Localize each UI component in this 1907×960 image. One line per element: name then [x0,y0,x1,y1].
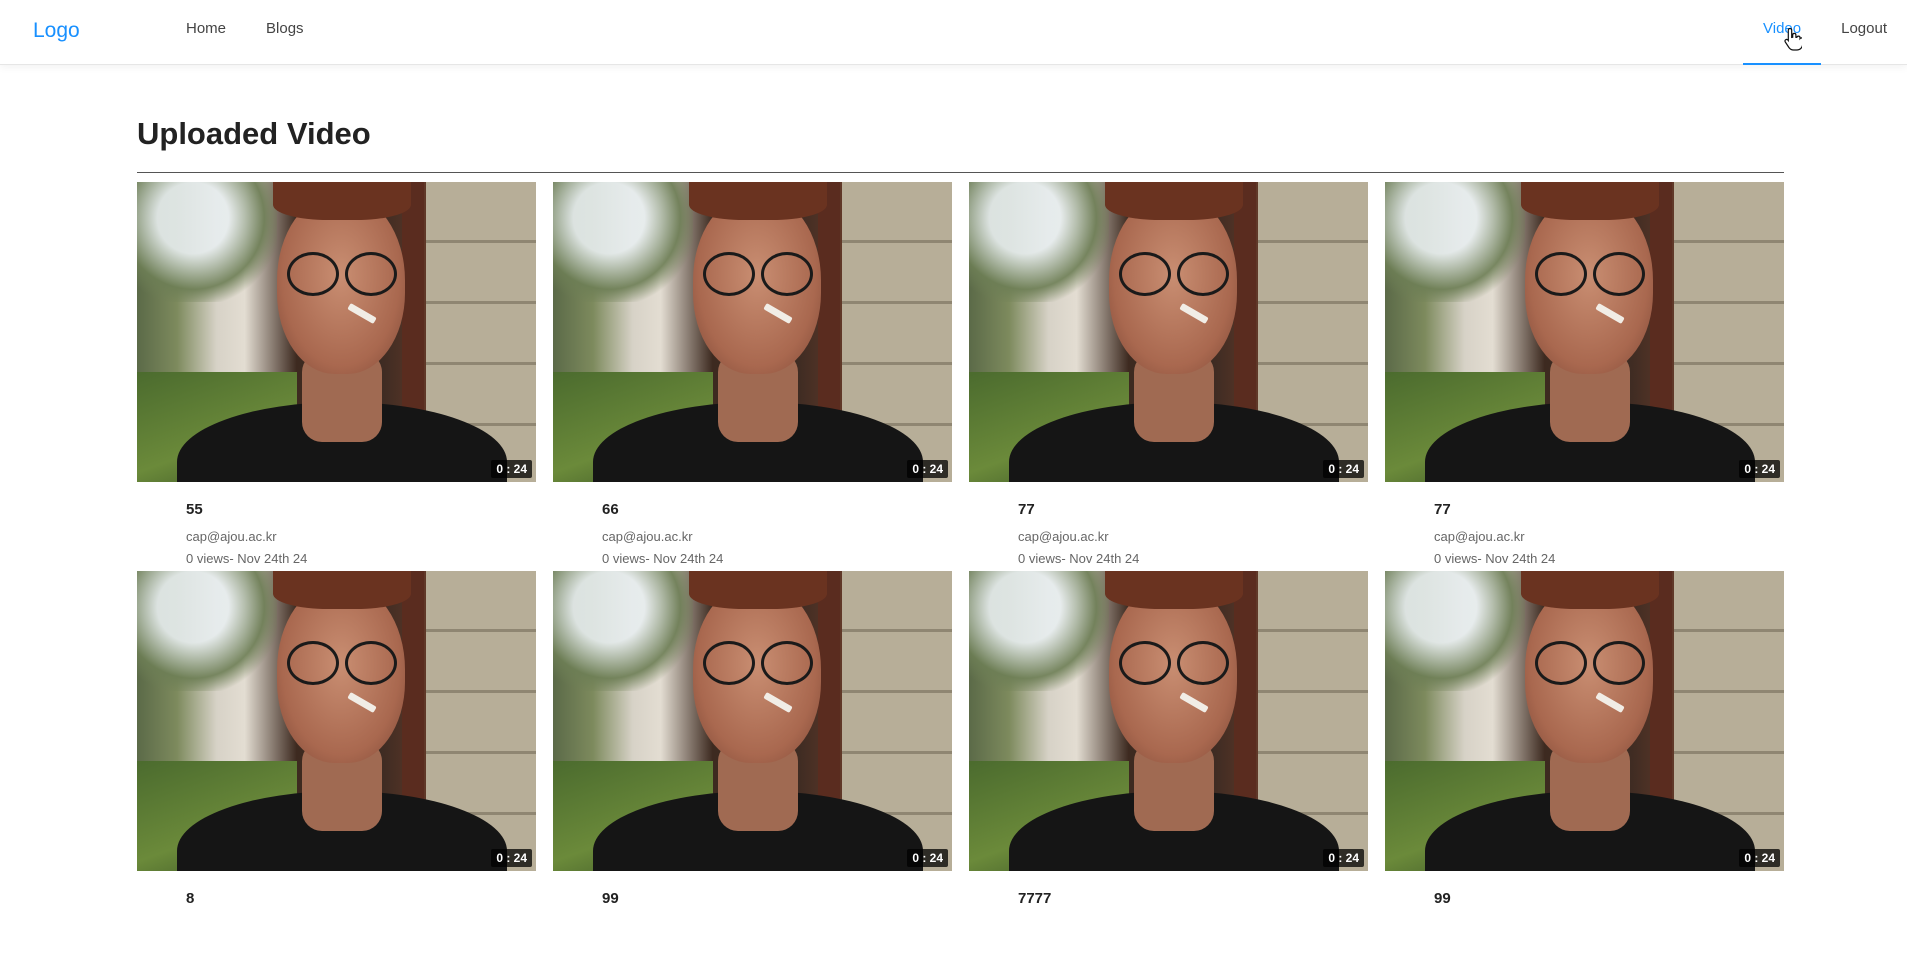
video-duration-badge: 0 : 24 [1323,460,1364,478]
nav-home-link[interactable]: Home [186,20,226,37]
video-card[interactable]: 0 : 24 99 [553,571,952,960]
video-duration-badge: 0 : 24 [907,460,948,478]
video-writer [1434,918,1784,934]
video-views-date: 0 views- Nov 24th 24 [1018,551,1140,566]
thumbnail-scene [1535,641,1645,685]
video-title[interactable]: 99 [1434,890,1784,908]
thumbnail-scene [1521,571,1659,609]
video-thumbnail[interactable]: 0 : 24 [137,571,536,871]
video-card[interactable]: 0 : 24 8 [137,571,536,960]
video-title[interactable]: 55 [186,501,536,519]
thumbnail-scene [1119,641,1229,685]
thumbnail-scene [1385,571,1525,691]
video-card[interactable]: 0 : 24 55 cap@ajou.ac.kr 0 views- Nov 24… [137,182,536,571]
video-title[interactable]: 99 [602,890,952,908]
video-writer: cap@ajou.ac.kr [1434,529,1525,544]
thumbnail-scene [969,571,1109,691]
video-meta: 8 [137,890,536,934]
thumbnail-scene [287,641,397,685]
video-views-date: 0 views- Nov 24th 24 [602,551,724,566]
video-title[interactable]: 66 [602,501,952,519]
thumbnail-scene [689,182,827,220]
thumbnail-scene [553,571,693,691]
video-writer: cap@ajou.ac.kr [602,529,693,544]
page-title: Uploaded Video [137,116,371,151]
video-writer: cap@ajou.ac.kr [1018,529,1109,544]
video-thumbnail[interactable]: 0 : 24 [1385,571,1784,871]
thumbnail-scene [969,182,1109,302]
video-meta: 99 [1385,890,1784,934]
video-duration-badge: 0 : 24 [1739,849,1780,867]
video-writer: cap@ajou.ac.kr [186,529,277,544]
nav-right-menu: Video Logout [1743,0,1907,65]
nav-logout-link[interactable]: Logout [1841,20,1887,37]
video-meta: 7777 [969,890,1368,934]
video-meta: 77 cap@ajou.ac.kr 0 views- Nov 24th 24 [969,501,1368,566]
nav-video-item[interactable]: Video [1743,0,1822,65]
video-duration-badge: 0 : 24 [1323,849,1364,867]
thumbnail-scene [1385,182,1525,302]
video-meta: 77 cap@ajou.ac.kr 0 views- Nov 24th 24 [1385,501,1784,566]
video-title[interactable]: 77 [1018,501,1368,519]
video-thumbnail[interactable]: 0 : 24 [137,182,536,482]
hand-cursor-icon [1784,27,1802,51]
video-title[interactable]: 7777 [1018,890,1368,908]
thumbnail-scene [273,571,411,609]
video-views-date: 0 views- Nov 24th 24 [1434,551,1556,566]
thumbnail-scene [1535,252,1645,296]
thumbnail-scene [1105,571,1243,609]
video-duration-badge: 0 : 24 [1739,460,1780,478]
thumbnail-scene [1521,182,1659,220]
nav-logout-item[interactable]: Logout [1821,0,1907,64]
thumbnail-scene [137,182,277,302]
video-thumbnail[interactable]: 0 : 24 [969,182,1368,482]
video-views-date: 0 views- Nov 24th 24 [186,551,308,566]
thumbnail-scene [287,252,397,296]
video-thumbnail[interactable]: 0 : 24 [969,571,1368,871]
nav-blogs-link[interactable]: Blogs [266,20,304,37]
thumbnail-scene [273,182,411,220]
video-title[interactable]: 77 [1434,501,1784,519]
video-duration-badge: 0 : 24 [491,849,532,867]
top-navbar: Logo Home Blogs Video Logout [0,0,1907,65]
thumbnail-scene [689,571,827,609]
video-thumbnail[interactable]: 0 : 24 [553,182,952,482]
nav-left-menu: Home Blogs [186,20,304,37]
video-writer [1018,918,1368,934]
video-card[interactable]: 0 : 24 99 [1385,571,1784,960]
thumbnail-scene [1119,252,1229,296]
thumbnail-scene [553,182,693,302]
thumbnail-scene [137,571,277,691]
video-card[interactable]: 0 : 24 7777 [969,571,1368,960]
thumbnail-scene [703,252,813,296]
video-duration-badge: 0 : 24 [907,849,948,867]
video-writer [186,918,536,934]
thumbnail-scene [703,641,813,685]
video-meta: 99 [553,890,952,934]
title-divider [137,172,1784,173]
logo-link[interactable]: Logo [33,19,80,43]
video-meta: 55 cap@ajou.ac.kr 0 views- Nov 24th 24 [137,501,536,566]
video-title[interactable]: 8 [186,890,536,908]
thumbnail-scene [1105,182,1243,220]
video-duration-badge: 0 : 24 [491,460,532,478]
video-card[interactable]: 0 : 24 66 cap@ajou.ac.kr 0 views- Nov 24… [553,182,952,571]
video-card[interactable]: 0 : 24 77 cap@ajou.ac.kr 0 views- Nov 24… [1385,182,1784,571]
video-writer [602,918,952,934]
video-card[interactable]: 0 : 24 77 cap@ajou.ac.kr 0 views- Nov 24… [969,182,1368,571]
video-meta: 66 cap@ajou.ac.kr 0 views- Nov 24th 24 [553,501,952,566]
video-thumbnail[interactable]: 0 : 24 [1385,182,1784,482]
video-grid: 0 : 24 55 cap@ajou.ac.kr 0 views- Nov 24… [137,182,1784,960]
video-thumbnail[interactable]: 0 : 24 [553,571,952,871]
